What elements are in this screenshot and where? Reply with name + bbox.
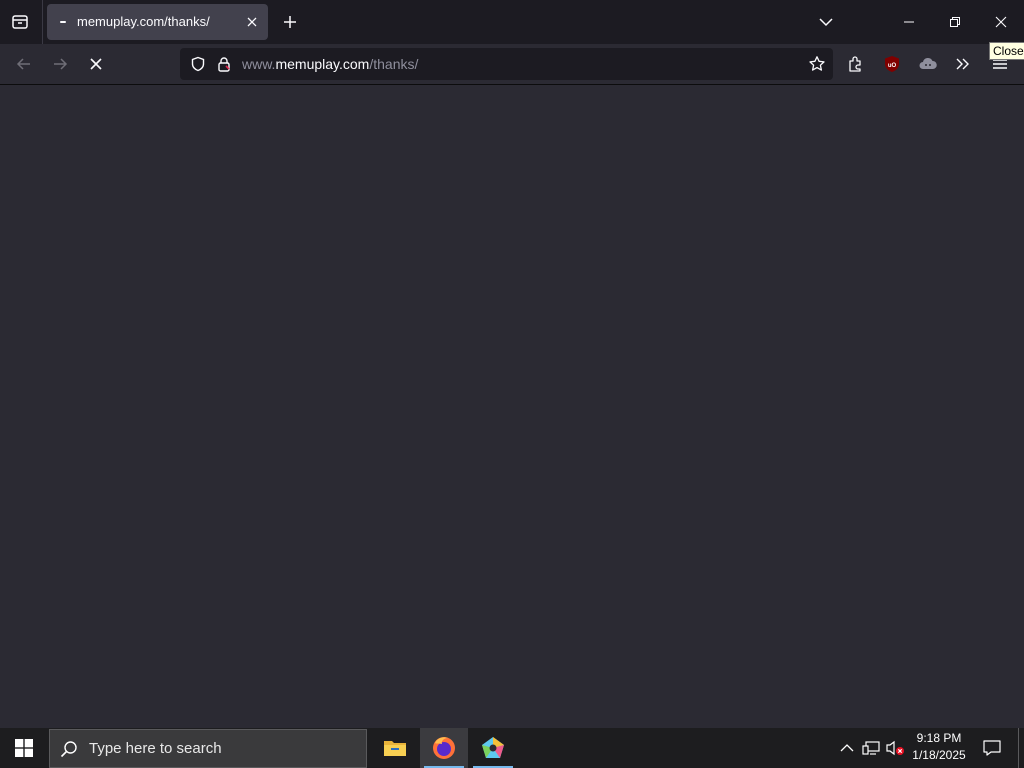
url-prefix: www.: [242, 56, 276, 72]
extensions-puzzle-icon[interactable]: [844, 52, 868, 76]
list-all-tabs-icon[interactable]: [814, 10, 838, 34]
url-host: memuplay.com: [275, 56, 370, 72]
search-placeholder: Type here to search: [89, 740, 222, 757]
url-path: /thanks/: [369, 56, 419, 72]
tab-close-icon[interactable]: [243, 13, 261, 31]
network-icon[interactable]: [860, 738, 882, 758]
taskbar-search-box[interactable]: Type here to search: [49, 729, 367, 768]
tab-title: memuplay.com/thanks/: [77, 14, 210, 29]
svg-text:uO: uO: [888, 63, 897, 69]
forward-icon[interactable]: [48, 52, 72, 76]
address-bar[interactable]: www.memuplay.com/thanks/: [180, 48, 833, 80]
clock-time: 9:18 PM: [916, 731, 962, 745]
new-tab-icon[interactable]: [278, 10, 302, 34]
app-pentagon-icon[interactable]: [469, 728, 517, 768]
close-window-button[interactable]: [978, 0, 1024, 44]
firefox-view-icon[interactable]: [8, 10, 32, 34]
firefox-taskbar-icon[interactable]: [420, 728, 468, 768]
minimize-button[interactable]: [886, 0, 932, 44]
loading-dot-icon: [60, 21, 66, 23]
close-tooltip: Close: [989, 42, 1024, 60]
url-text[interactable]: www.memuplay.com/thanks/: [242, 48, 418, 80]
tab-active[interactable]: memuplay.com/thanks/: [47, 4, 268, 40]
restore-button[interactable]: [932, 0, 978, 44]
page-content[interactable]: [0, 85, 1024, 728]
tracking-protection-shield-icon[interactable]: [186, 52, 210, 76]
lock-icon[interactable]: [212, 52, 236, 76]
divider: [42, 0, 43, 44]
stop-loading-icon[interactable]: [84, 52, 108, 76]
show-desktop-divider[interactable]: [1018, 728, 1019, 768]
show-hidden-icons-chevron-icon[interactable]: [837, 738, 857, 758]
windows-start-icon[interactable]: [0, 728, 48, 768]
file-explorer-icon[interactable]: [371, 728, 419, 768]
action-center-icon[interactable]: [978, 728, 1006, 768]
clock-date: 1/18/2025: [912, 748, 966, 762]
ublock-origin-icon[interactable]: uO: [880, 52, 904, 76]
back-icon[interactable]: [12, 52, 36, 76]
extension-cloud-icon[interactable]: [916, 52, 940, 76]
tab-strip: memuplay.com/thanks/: [0, 0, 1024, 44]
search-icon: [58, 738, 80, 760]
bookmark-star-icon[interactable]: [805, 52, 829, 76]
overflow-chevrons-icon[interactable]: [951, 52, 975, 76]
system-clock[interactable]: 9:18 PM 1/18/2025: [909, 730, 969, 766]
volume-muted-icon[interactable]: [884, 738, 906, 758]
